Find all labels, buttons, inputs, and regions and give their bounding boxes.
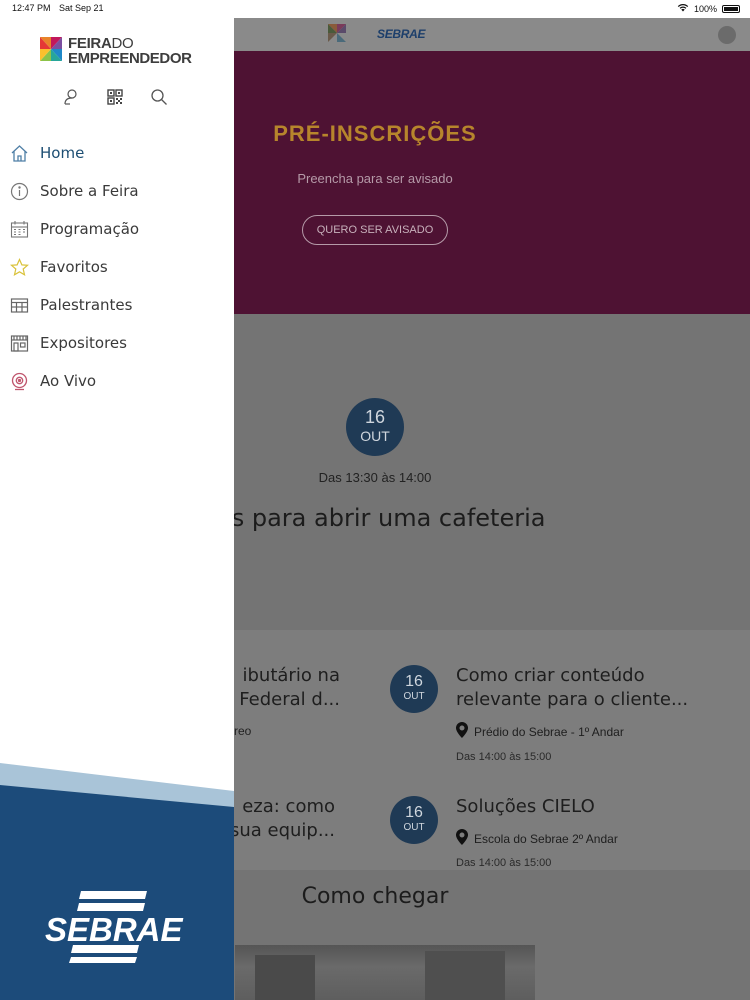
store-icon [10,334,29,353]
menu-label: Sobre a Feira [40,182,139,200]
palestrantes-icon [10,296,29,315]
menu-item-sobre[interactable]: Sobre a Feira [0,172,234,210]
schedule-card-place: Prédio do Sebrae - 1º Andar [456,722,624,741]
feira-logo-icon [326,22,348,48]
live-icon [10,372,29,391]
qrcode-icon[interactable] [106,88,124,106]
logo-wordmark: FEIRADO EMPREENDEDOR [68,36,192,66]
menu-item-palestrantes[interactable]: Palestrantes [0,286,234,324]
drawer-toolbar [62,88,168,106]
schedule-card-title[interactable]: Como criar conteúdo relevante para o cli… [456,664,726,712]
feira-logo-icon [38,34,64,68]
status-indicators: 100% [677,3,740,14]
schedule-date-badge: 16 OUT [390,665,438,713]
menu-item-programacao[interactable]: Programação [0,210,234,248]
sebrae-header-logo: SEBRAE [377,27,426,41]
menu-label: Expositores [40,334,127,352]
calendar-icon [10,220,29,239]
status-bar: 12:47 PM Sat Sep 21 100% [0,0,750,18]
location-pin-icon [456,829,468,848]
schedule-card-time: Das 14:00 às 15:00 [456,751,552,763]
place-text: Prédio do Sebrae - 1º Andar [474,724,624,739]
drawer-footer: SEBRAE [0,763,234,1000]
menu-label: Ao Vivo [40,372,97,390]
sebrae-logo: SEBRAE [45,891,191,967]
navigation-drawer: FEIRADO EMPREENDEDOR Home Sobre a Feira … [0,18,234,1000]
menu-label: Favoritos [40,258,108,276]
place-text: Escola do Sebrae 2º Andar [474,831,618,846]
menu-item-favoritos[interactable]: Favoritos [0,248,234,286]
feira-do-empreendedor-logo: FEIRADO EMPREENDEDOR [38,34,192,68]
schedule-date-badge: 16 OUT [390,796,438,844]
schedule-card-title[interactable]: Soluções CIELO [456,795,726,819]
schedule-card-time: Das 14:00 às 15:00 [456,857,552,869]
profile-icon[interactable] [62,88,80,106]
quero-ser-avisado-button[interactable]: QUERO SER AVISADO [302,215,448,245]
badge-day: 16 [405,673,423,690]
star-icon [10,257,29,277]
badge-month: OUT [403,691,425,702]
title-line: Como criar conteúdo [456,665,645,686]
menu-item-ao-vivo[interactable]: Ao Vivo [0,362,234,400]
menu-label: Programação [40,220,140,238]
location-pin-icon [456,722,468,741]
user-avatar[interactable] [718,26,736,44]
sebrae-logo-text: SEBRAE [45,911,184,948]
drawer-menu: Home Sobre a Feira Programação Favoritos… [0,134,234,400]
title-line: relevante para o cliente... [456,689,689,710]
logo-line2: EMPREENDEDOR [68,50,192,67]
featured-month: OUT [360,428,390,444]
featured-date-badge: 16 OUT [346,398,404,456]
location-photo [235,945,535,1000]
badge-month: OUT [403,822,425,833]
menu-item-expositores[interactable]: Expositores [0,324,234,362]
title-line: Soluções CIELO [456,796,595,817]
home-icon [10,144,29,163]
schedule-card-place: reo [234,724,252,738]
battery-icon [722,4,740,13]
status-time: 12:47 PM [12,3,51,13]
info-icon [10,182,29,201]
badge-day: 16 [405,804,423,821]
battery-percent: 100% [693,3,717,14]
schedule-card-place: Escola do Sebrae 2º Andar [456,829,618,848]
search-icon[interactable] [150,88,168,106]
menu-label: Palestrantes [40,296,133,314]
menu-item-home[interactable]: Home [0,134,234,172]
featured-day: 16 [364,407,386,427]
status-date: Sat Sep 21 [59,3,104,13]
menu-label: Home [40,144,85,162]
wifi-icon [677,3,689,14]
